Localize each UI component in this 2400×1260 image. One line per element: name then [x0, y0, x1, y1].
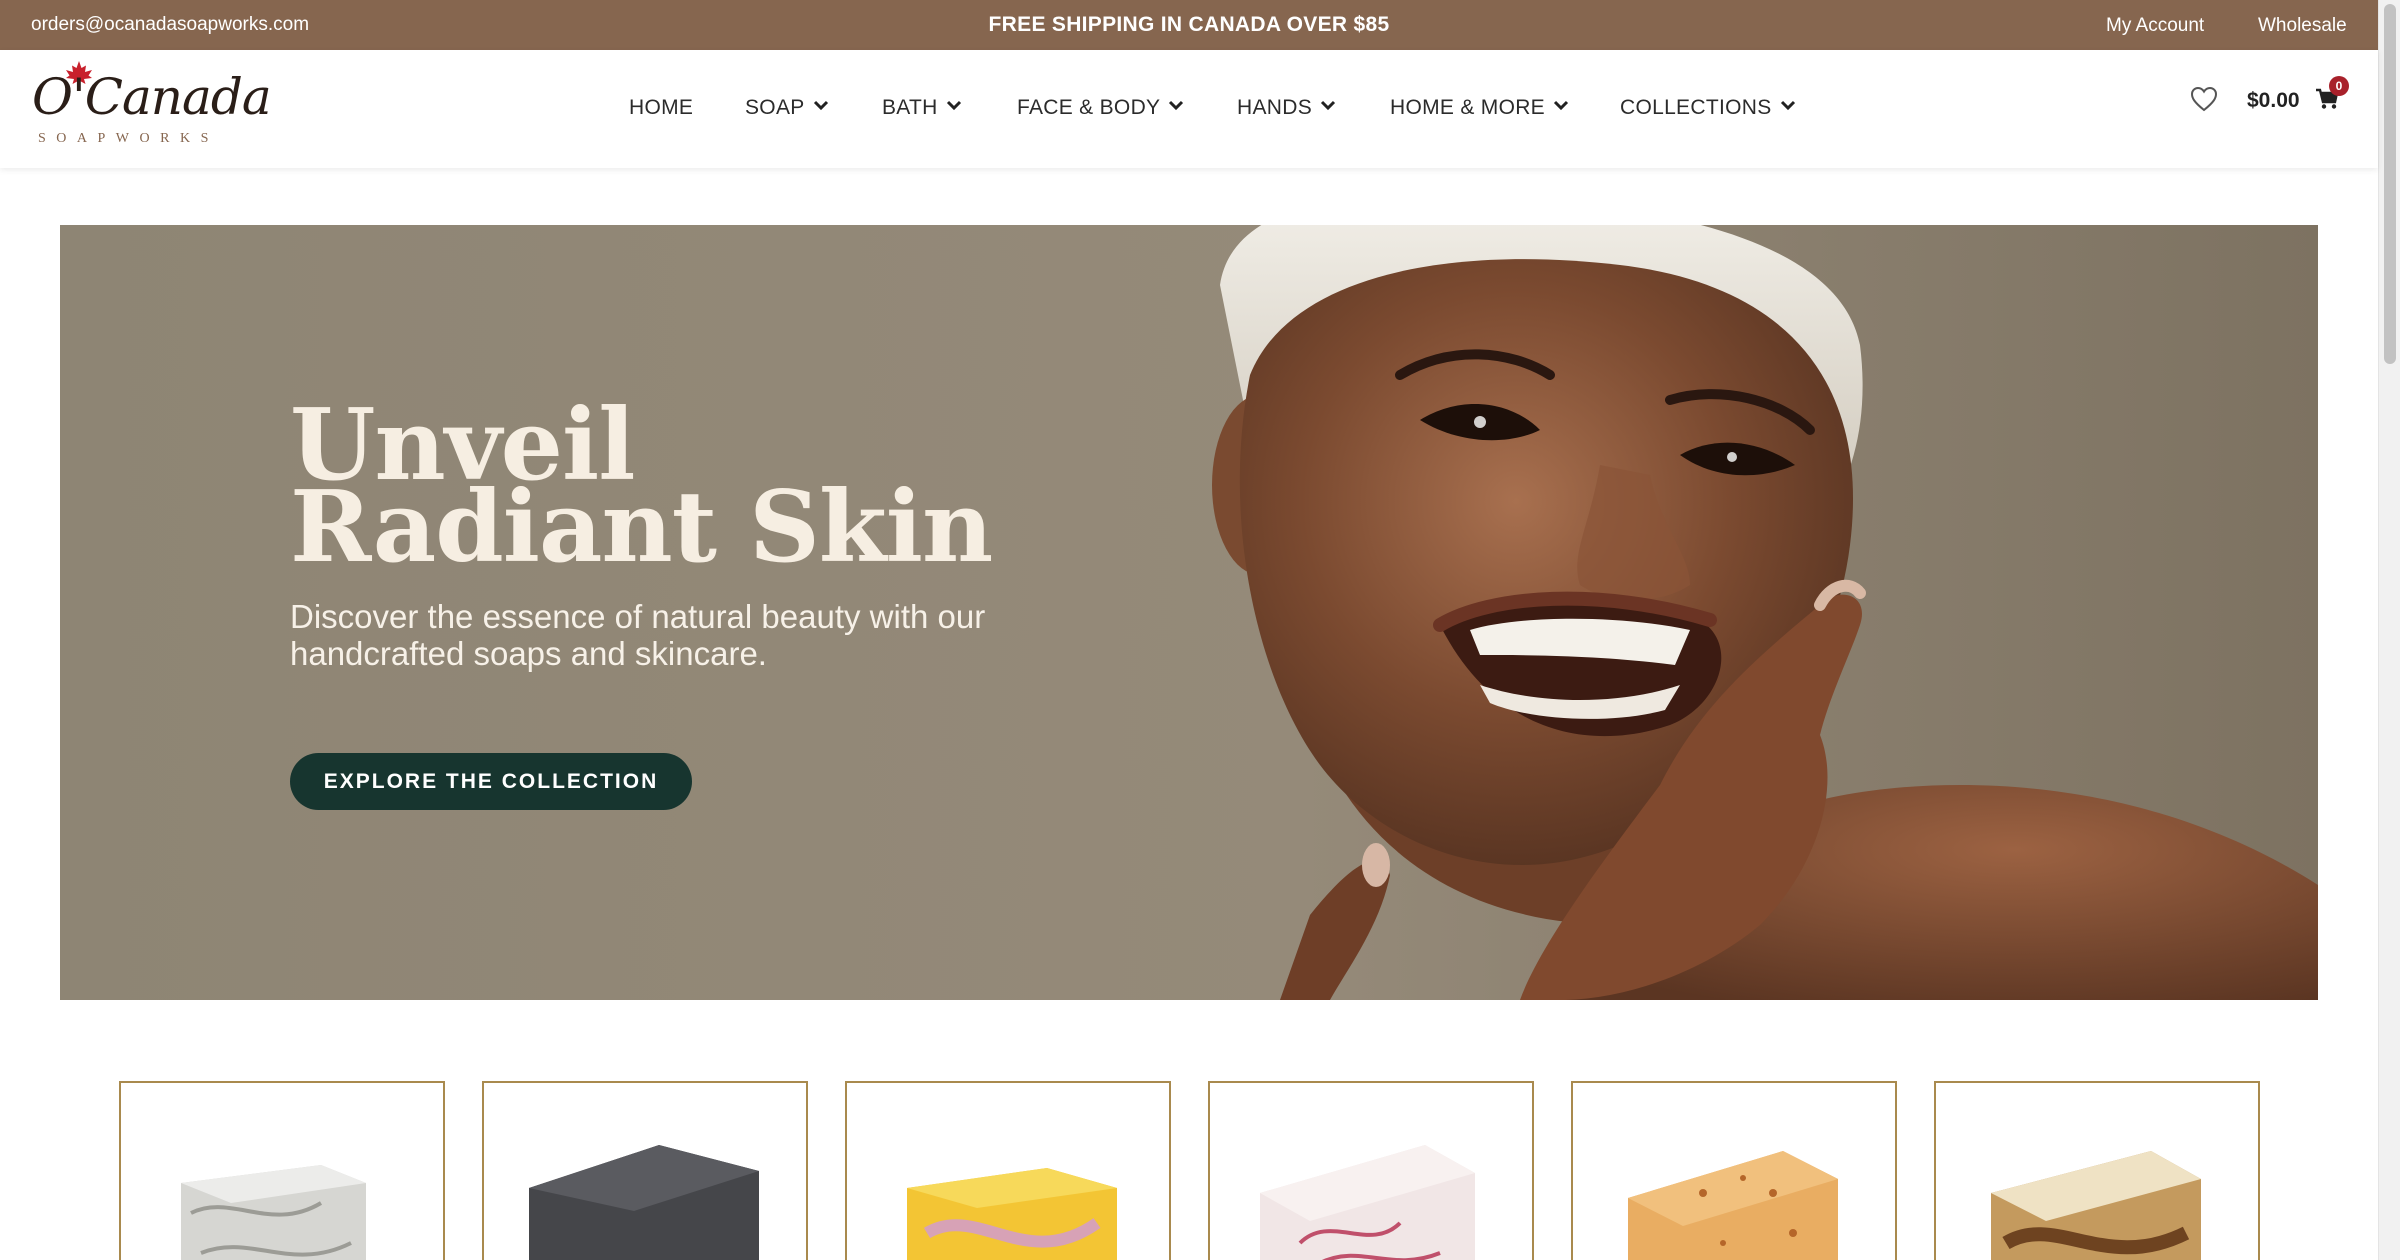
- chevron-down-icon: [813, 101, 828, 111]
- product-card[interactable]: [482, 1081, 808, 1260]
- explore-collection-button[interactable]: EXPLORE THE COLLECTION: [290, 753, 692, 810]
- hero-banner: Unveil Radiant Skin Discover the essence…: [60, 225, 2318, 1000]
- announcement-bar: orders@ocanadasoapworks.com FREE SHIPPIN…: [0, 0, 2378, 50]
- nav-home-more-label: HOME & MORE: [1390, 96, 1545, 119]
- chevron-down-icon: [1553, 101, 1569, 111]
- charcoal-soap-image: [529, 1145, 759, 1260]
- free-shipping-banner: FREE SHIPPING IN CANADA OVER $85: [988, 13, 1390, 36]
- nav-hands-label: HANDS: [1237, 96, 1313, 119]
- brand-name: O'Canada: [32, 68, 272, 126]
- main-navigation: HOME SOAP BATH FACE & BODY HANDS HOME & …: [0, 50, 2378, 168]
- hero-subtitle: Discover the essence of natural beauty w…: [290, 598, 986, 672]
- nav-home-label: HOME: [629, 96, 694, 119]
- product-card[interactable]: [119, 1081, 445, 1260]
- product-grid: [0, 1081, 2378, 1260]
- cart-total[interactable]: $0.00: [2247, 50, 2300, 152]
- site-header: O'Canada SOAPWORKS HOME SOAP BATH FACE &…: [0, 50, 2378, 168]
- product-card[interactable]: [1208, 1081, 1534, 1260]
- scrollbar-thumb[interactable]: [2384, 4, 2396, 364]
- nav-soap[interactable]: SOAP: [745, 50, 829, 166]
- wishlist-button[interactable]: [2190, 86, 2218, 117]
- product-card[interactable]: [845, 1081, 1171, 1260]
- product-card[interactable]: [1571, 1081, 1897, 1260]
- hero-title: Unveil Radiant Skin: [290, 397, 993, 585]
- nav-home[interactable]: HOME: [629, 50, 693, 166]
- chevron-down-icon: [1320, 101, 1336, 111]
- citrus-soap-image: [907, 1168, 1117, 1260]
- brand-subtitle: SOAPWORKS: [38, 131, 219, 146]
- rose-swirl-soap-image: [1260, 1145, 1475, 1260]
- wholesale-link[interactable]: Wholesale: [2258, 0, 2347, 52]
- my-account-link[interactable]: My Account: [2106, 0, 2204, 52]
- cart-count-badge: 0: [2329, 76, 2349, 96]
- nav-collections[interactable]: COLLECTIONS: [1620, 50, 1796, 166]
- nav-collections-label: COLLECTIONS: [1620, 96, 1772, 119]
- calendula-soap-image: [1628, 1151, 1838, 1260]
- heart-icon: [2190, 86, 2218, 112]
- nav-soap-label: SOAP: [745, 96, 805, 119]
- product-card[interactable]: [1934, 1081, 2260, 1260]
- chevron-down-icon: [946, 101, 961, 111]
- hero-title-line2: Radiant Skin: [290, 470, 993, 585]
- page-scrollbar[interactable]: [2378, 0, 2400, 1260]
- coffee-swirl-soap-image: [1991, 1151, 2201, 1260]
- nav-bath[interactable]: BATH: [882, 50, 962, 166]
- nav-hands[interactable]: HANDS: [1237, 50, 1336, 166]
- chevron-down-icon: [1780, 101, 1795, 111]
- nav-bath-label: BATH: [882, 96, 938, 119]
- brand-logo[interactable]: O'Canada SOAPWORKS: [28, 60, 272, 156]
- nav-home-more[interactable]: HOME & MORE: [1390, 50, 1569, 166]
- nav-face-body[interactable]: FACE & BODY: [1017, 50, 1184, 166]
- nav-face-body-label: FACE & BODY: [1017, 96, 1161, 119]
- chevron-down-icon: [1169, 101, 1184, 111]
- marble-soap-image: [181, 1165, 366, 1260]
